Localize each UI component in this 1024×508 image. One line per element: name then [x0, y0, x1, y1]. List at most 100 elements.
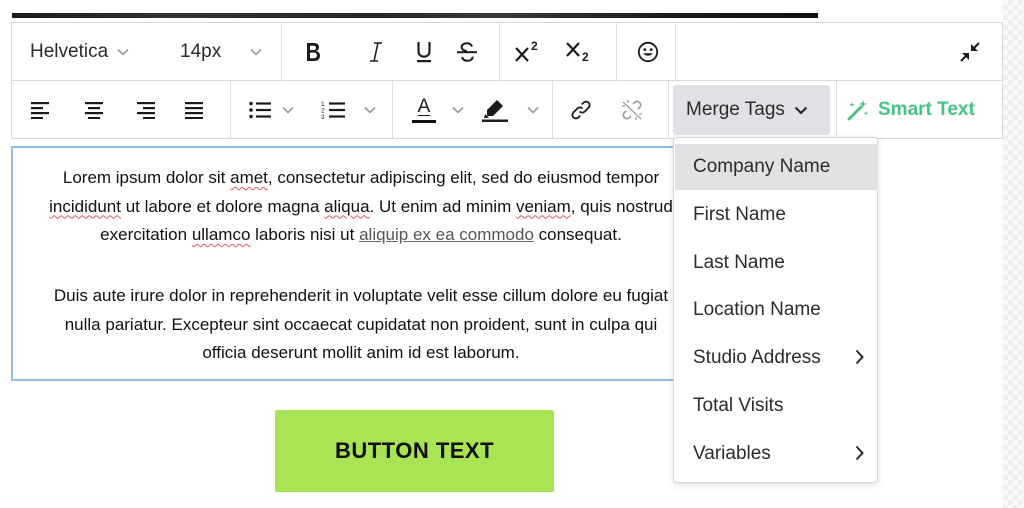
misspelled-word: aliqua	[324, 196, 370, 216]
collapse-icon	[959, 41, 981, 63]
emoji-icon	[637, 41, 659, 63]
underline-icon	[415, 40, 433, 64]
align-center-button[interactable]	[83, 81, 105, 139]
text-line: exercitation ullamco laboris nisi ut ali…	[13, 221, 709, 250]
font-size-select[interactable]: 14px	[180, 23, 221, 81]
menu-item-label: Total Visits	[693, 395, 784, 416]
text-line: nulla pariatur. Excepteur sint occaecat …	[64, 314, 658, 334]
bold-button[interactable]	[302, 23, 324, 81]
highlight-color-button[interactable]	[482, 81, 508, 139]
misspelled-word: incididunt	[49, 196, 121, 216]
text-color-button[interactable]: A	[411, 81, 437, 139]
text-run: laboris nisi ut	[250, 225, 360, 244]
italic-button[interactable]	[365, 23, 387, 81]
email-cta-button[interactable]: BUTTON TEXT	[275, 410, 554, 492]
image-block-edge	[12, 13, 818, 18]
merge-tags-button[interactable]: Merge Tags	[673, 85, 830, 135]
menu-item-label: Studio Address	[693, 347, 821, 368]
magic-wand-icon	[846, 99, 870, 121]
text-line: officia deserunt mollit anim id est labo…	[202, 343, 520, 362]
strikethrough-icon	[456, 41, 478, 63]
numbered-list-button[interactable]: 123	[321, 81, 345, 139]
svg-text:2: 2	[531, 40, 538, 53]
bold-icon	[304, 41, 322, 63]
collapse-toolbar-button[interactable]	[958, 23, 982, 81]
text-color-glyph: A	[417, 95, 431, 117]
text-run: consequat.	[533, 225, 622, 244]
chevron-right-icon	[855, 349, 864, 371]
smart-text-button[interactable]: Smart Text	[846, 81, 975, 139]
menu-item-last-name[interactable]: Last Name	[675, 240, 878, 286]
menu-item-studio-address[interactable]: Studio Address	[675, 335, 878, 381]
bullet-list-button[interactable]	[248, 81, 272, 139]
chevron-down-icon[interactable]	[527, 81, 539, 139]
align-right-button[interactable]	[134, 81, 156, 139]
align-right-icon	[135, 101, 155, 119]
subscript-button[interactable]: 2	[565, 23, 595, 81]
menu-item-label: Company Name	[693, 156, 831, 177]
toolbar-divider	[552, 81, 553, 139]
paragraph-1: Lorem ipsum dolor sit amet, consectetur …	[13, 164, 709, 250]
svg-text:3: 3	[321, 114, 325, 120]
emoji-button[interactable]	[636, 23, 660, 81]
insert-link-button[interactable]	[569, 81, 593, 139]
chevron-down-icon[interactable]	[250, 23, 262, 81]
text-color-swatch	[412, 119, 436, 123]
toolbar-divider	[616, 23, 617, 81]
font-size-value: 14px	[180, 41, 222, 62]
text-run: ut labore et dolore magna	[120, 196, 325, 216]
text-line: Lorem ipsum dolor sit amet, consectetur …	[13, 164, 709, 193]
menu-item-first-name[interactable]: First Name	[675, 192, 878, 238]
paragraph-2: Duis aute irure dolor in reprehenderit i…	[13, 282, 709, 368]
menu-item-label: Variables	[693, 443, 771, 464]
toolbar-row-paragraph: 123 A Merge Tags Smart Text	[12, 81, 1002, 139]
toolbar-divider	[499, 23, 500, 81]
chevron-down-icon[interactable]	[364, 81, 376, 139]
menu-item-label: Last Name	[693, 252, 785, 273]
bullet-list-icon	[249, 101, 271, 119]
toolbar-divider	[281, 23, 282, 81]
menu-item-location-name[interactable]: Location Name	[675, 287, 878, 333]
inline-link[interactable]: aliquip ex ea commodo	[359, 225, 534, 244]
text-run: exercitation	[100, 225, 192, 244]
chevron-down-icon	[794, 106, 808, 115]
menu-item-company-name[interactable]: Company Name	[675, 144, 878, 190]
cta-button-label: BUTTON TEXT	[334, 438, 495, 463]
chevron-down-icon	[117, 48, 129, 56]
remove-link-button[interactable]	[619, 81, 645, 139]
merge-tags-dropdown: Company Name First Name Last Name Locati…	[673, 137, 878, 483]
italic-icon	[368, 41, 384, 63]
rich-text-toolbar: Helvetica 14px 2 2 1 2 3 A Merge Tags Sm…	[11, 22, 1003, 139]
text-run: , consectetur adipiscing elit, sed do ei…	[267, 168, 660, 187]
highlight-icon	[482, 98, 508, 122]
menu-item-label: Location Name	[693, 299, 821, 320]
misspelled-word: amet	[230, 168, 268, 187]
underline-button[interactable]	[412, 23, 436, 81]
chevron-down-icon[interactable]	[452, 81, 464, 139]
font-family-select[interactable]: Helvetica	[30, 23, 129, 81]
numbered-list-icon: 123	[321, 100, 345, 120]
menu-item-variables[interactable]: Variables	[675, 431, 878, 477]
superscript-button[interactable]: 2	[514, 23, 544, 81]
align-justify-button[interactable]	[183, 81, 205, 139]
text-editor-area[interactable]: Lorem ipsum dolor sit amet, consectetur …	[11, 146, 711, 381]
menu-item-label: First Name	[693, 204, 786, 225]
subscript-icon: 2	[565, 40, 595, 64]
chevron-down-icon[interactable]	[282, 81, 294, 139]
link-icon	[570, 99, 592, 121]
font-family-value: Helvetica	[30, 41, 109, 62]
align-left-icon	[31, 101, 51, 119]
toolbar-divider	[392, 81, 393, 139]
smart-text-label: Smart Text	[878, 99, 975, 120]
menu-item-total-visits[interactable]: Total Visits	[675, 383, 878, 429]
strikethrough-button[interactable]	[454, 23, 480, 81]
toolbar-divider	[675, 23, 676, 81]
align-center-icon	[84, 101, 104, 119]
toolbar-divider	[230, 81, 231, 139]
merge-tags-label: Merge Tags	[686, 99, 785, 120]
align-left-button[interactable]	[30, 81, 52, 139]
text-line: incididunt ut labore et dolore magna ali…	[13, 193, 709, 222]
text-run: . Ut enim ad minim	[369, 196, 516, 216]
text-color-icon: A	[412, 95, 436, 123]
toolbar-divider	[836, 81, 837, 139]
